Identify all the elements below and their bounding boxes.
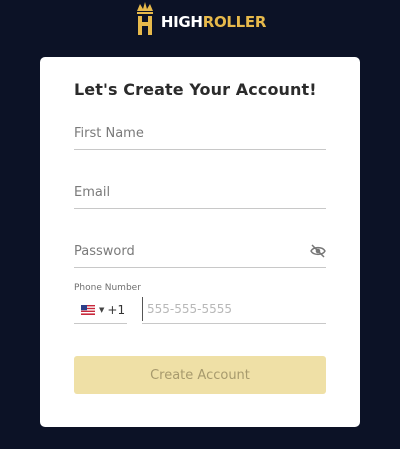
password-input[interactable]	[74, 237, 294, 265]
country-code-selector[interactable]: ▼ +1	[74, 297, 127, 324]
email-field	[74, 178, 326, 209]
brand-name-part1: HIGH	[160, 13, 203, 31]
hide-password-icon[interactable]	[310, 244, 326, 258]
first-name-field	[74, 119, 326, 150]
first-name-input[interactable]	[74, 119, 294, 147]
phone-number-field	[142, 297, 327, 324]
signup-card: Let's Create Your Account! Phone Number …	[40, 57, 360, 427]
brand-name-part2: ROLLER	[202, 13, 267, 31]
password-field	[74, 237, 326, 268]
phone-number-input[interactable]	[142, 297, 327, 321]
brand-logo: HIGHROLLER	[0, 0, 400, 44]
email-input[interactable]	[74, 178, 294, 206]
brand-name: HIGHROLLER	[160, 13, 267, 31]
crown-logo-icon	[136, 2, 153, 35]
country-dial-code: +1	[107, 303, 126, 317]
us-flag-icon	[81, 305, 95, 315]
form-title: Let's Create Your Account!	[74, 80, 317, 99]
chevron-down-icon: ▼	[99, 306, 105, 314]
phone-number-label: Phone Number	[74, 283, 141, 293]
create-account-button[interactable]: Create Account	[74, 356, 326, 394]
